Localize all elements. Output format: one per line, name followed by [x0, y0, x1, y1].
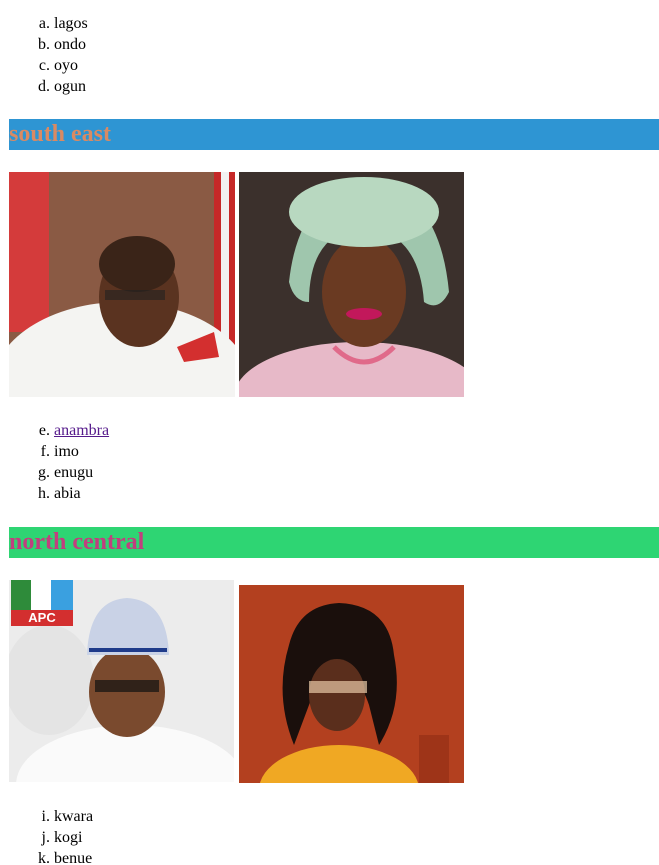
- list-item: c. oyo: [0, 55, 300, 76]
- south-east-heading: south east: [9, 119, 659, 150]
- north-central-heading: north central: [9, 527, 659, 558]
- north-central-state-list: i. kwara j. kogi k. benue: [0, 806, 300, 865]
- list-item: g. enugu: [0, 462, 300, 483]
- list-marker: a.: [38, 15, 50, 32]
- state-name: abia: [54, 485, 81, 502]
- state-name: kogi: [54, 829, 83, 846]
- state-name: kwara: [54, 808, 94, 825]
- governor-photo: [9, 172, 235, 397]
- list-item: a. lagos: [0, 13, 300, 34]
- list-marker: j.: [41, 829, 50, 846]
- list-marker: c.: [38, 57, 50, 74]
- page: a. lagos b. ondo c. oyo d. ogun south ea…: [0, 0, 659, 865]
- state-name: ondo: [54, 36, 86, 53]
- list-item: f. imo: [0, 441, 300, 462]
- list-marker: d.: [38, 78, 50, 95]
- list-item: b. ondo: [0, 34, 300, 55]
- list-item: e. anambra: [0, 420, 300, 441]
- list-marker: g.: [38, 464, 50, 481]
- list-item: i. kwara: [0, 806, 300, 827]
- state-name: oyo: [54, 57, 78, 74]
- deputy-governor-photo: [239, 172, 464, 397]
- list-marker: i.: [41, 808, 50, 825]
- south-east-state-list: e. anambra f. imo g. enugu h. abia: [0, 420, 300, 504]
- state-name: ogun: [54, 78, 86, 95]
- state-name: lagos: [54, 15, 88, 32]
- south-west-state-list: a. lagos b. ondo c. oyo d. ogun: [0, 13, 300, 97]
- list-marker: b.: [38, 36, 50, 53]
- apc-logo-text: APC: [28, 610, 56, 625]
- list-item: j. kogi: [0, 827, 300, 848]
- list-marker: h.: [38, 485, 50, 502]
- state-name: imo: [54, 443, 79, 460]
- list-marker: f.: [40, 443, 50, 460]
- governor-photo-kwara: APC: [9, 580, 234, 782]
- list-item: k. benue: [0, 848, 300, 865]
- list-marker: e.: [38, 422, 50, 439]
- state-name: benue: [54, 850, 93, 865]
- list-marker: k.: [38, 850, 50, 865]
- woman-photo: [239, 585, 464, 783]
- list-item: h. abia: [0, 483, 300, 504]
- anambra-link[interactable]: anambra: [54, 422, 109, 439]
- list-item: d. ogun: [0, 76, 300, 97]
- state-name: enugu: [54, 464, 94, 481]
